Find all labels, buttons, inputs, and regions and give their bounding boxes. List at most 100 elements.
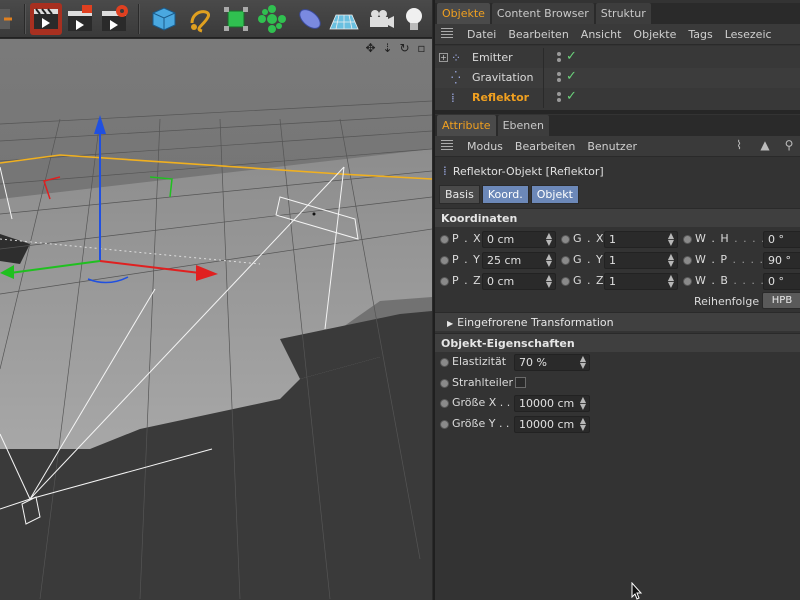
g-x-field[interactable]: 1 ▲ ▼ [604, 231, 678, 248]
expand-arrow-icon[interactable]: ▶ [447, 319, 453, 328]
stepper-icon[interactable]: ▲ ▼ [580, 396, 586, 411]
p-x-label: P . X [452, 232, 482, 245]
floor-icon[interactable] [328, 3, 360, 35]
menu-datei[interactable]: Datei [461, 28, 502, 41]
rotation-order-button[interactable]: HPB [762, 292, 800, 309]
groesse-x-field[interactable]: 10000 cm ▲ ▼ [514, 395, 590, 412]
g-z-label: G . Z [573, 274, 605, 287]
nurbs-icon[interactable] [220, 3, 252, 35]
p-z-field[interactable]: 0 cm ▲ ▼ [482, 273, 556, 290]
zoom-view-icon[interactable]: ⇣ [381, 42, 394, 55]
object-row-emitter[interactable]: + ⁘ Emitter ✓ [435, 48, 800, 68]
tab-struktur[interactable]: Struktur [595, 3, 651, 24]
p-z-label: P . Z [452, 274, 482, 287]
stepper-icon[interactable]: ▲ ▼ [546, 232, 552, 247]
radio-button[interactable] [561, 277, 570, 286]
strahlteiler-checkbox[interactable] [515, 377, 526, 388]
visibility-dots-icon[interactable] [557, 92, 563, 104]
radio-button[interactable] [440, 235, 449, 244]
visibility-dots-icon[interactable] [557, 52, 563, 64]
link-icon[interactable]: ⌇ [731, 138, 747, 154]
render-settings-icon[interactable] [98, 3, 130, 35]
radio-button[interactable] [440, 399, 449, 408]
menu-tags[interactable]: Tags [682, 28, 718, 41]
p-x-field[interactable]: 0 cm ▲ ▼ [482, 231, 556, 248]
up-arrow-icon[interactable]: ▲ [757, 138, 773, 154]
section-koordinaten: Koordinaten [435, 208, 800, 227]
radio-button[interactable] [561, 256, 570, 265]
w-h-field[interactable]: 0 ° [763, 231, 800, 248]
w-p-field[interactable]: 90 ° [763, 252, 800, 269]
g-y-field[interactable]: 1 ▲ ▼ [604, 252, 678, 269]
render-view-icon[interactable] [30, 3, 62, 35]
tab-attribute[interactable]: Attribute [437, 115, 496, 136]
render-picture-viewer-icon[interactable] [64, 3, 96, 35]
stepper-icon[interactable]: ▲ ▼ [668, 253, 674, 268]
deflector-icon: ⁞ [443, 164, 447, 178]
menu-objekte[interactable]: Objekte [627, 28, 682, 41]
attribute-subtabs: Basis Koord. Objekt [439, 185, 579, 204]
stepper-icon[interactable]: ▲ ▼ [580, 355, 586, 370]
radio-button[interactable] [440, 379, 449, 388]
undo-icon[interactable] [0, 3, 12, 35]
radio-button[interactable] [683, 277, 692, 286]
deformer-icon[interactable] [294, 3, 326, 35]
menu-benutzer[interactable]: Benutzer [581, 140, 643, 153]
stepper-icon[interactable]: ▲ ▼ [668, 274, 674, 289]
maximize-view-icon[interactable]: ▫ [415, 42, 428, 55]
radio-button[interactable] [561, 235, 570, 244]
object-row-gravitation[interactable]: ⁛ Gravitation ✓ [435, 68, 800, 88]
main-toolbar [0, 0, 432, 38]
expand-icon[interactable]: + [439, 53, 448, 62]
radio-button[interactable] [683, 235, 692, 244]
p-y-field[interactable]: 25 cm ▲ ▼ [482, 252, 556, 269]
enabled-check-icon[interactable]: ✓ [566, 69, 577, 84]
menu-bearbeiten[interactable]: Bearbeiten [502, 28, 574, 41]
visibility-dots-icon[interactable] [557, 72, 563, 84]
tab-objekte[interactable]: Objekte [437, 3, 490, 24]
menu-icon[interactable] [441, 140, 453, 152]
tab-content-browser[interactable]: Content Browser [491, 3, 594, 24]
light-icon[interactable] [398, 3, 430, 35]
rotate-view-icon[interactable]: ↻ [398, 42, 411, 55]
attribute-manager-tabs: Attribute Ebenen [435, 115, 800, 136]
g-y-label: G . Y [573, 253, 604, 266]
frozen-transform-group[interactable]: ▶ Eingefrorene Transformation [435, 312, 800, 331]
radio-button[interactable] [440, 358, 449, 367]
radio-button[interactable] [440, 420, 449, 429]
g-z-field[interactable]: 1 ▲ ▼ [604, 273, 678, 290]
array-icon[interactable] [256, 3, 288, 35]
radio-button[interactable] [683, 256, 692, 265]
menu-bearbeiten[interactable]: Bearbeiten [509, 140, 581, 153]
subtab-objekt[interactable]: Objekt [530, 185, 579, 204]
object-row-reflektor[interactable]: ⁞ Reflektor ✓ [435, 88, 800, 108]
stepper-icon[interactable]: ▲ ▼ [546, 253, 552, 268]
subtab-koord[interactable]: Koord. [481, 185, 529, 204]
tab-ebenen[interactable]: Ebenen [497, 115, 549, 136]
radio-button[interactable] [440, 277, 449, 286]
spline-icon[interactable] [186, 3, 218, 35]
menu-ansicht[interactable]: Ansicht [575, 28, 628, 41]
subtab-basis[interactable]: Basis [439, 185, 480, 204]
stepper-icon[interactable]: ▲ ▼ [546, 274, 552, 289]
move-view-icon[interactable]: ✥ [364, 42, 377, 55]
menu-lesezeichen[interactable]: Lesezeic [719, 28, 778, 41]
cube-icon[interactable] [148, 3, 180, 35]
stepper-icon[interactable]: ▲ ▼ [668, 232, 674, 247]
stepper-icon[interactable]: ▲ ▼ [580, 417, 586, 432]
elastizitaet-field[interactable]: 70 % ▲ ▼ [514, 354, 590, 371]
3d-viewport[interactable]: ✥ ⇣ ↻ ▫ [0, 39, 432, 600]
radio-button[interactable] [440, 256, 449, 265]
enabled-check-icon[interactable]: ✓ [566, 89, 577, 104]
menu-modus[interactable]: Modus [461, 140, 509, 153]
w-b-field[interactable]: 0 ° [763, 273, 800, 290]
viewport-scene[interactable] [0, 39, 432, 600]
elastizitaet-label: Elastizität [452, 355, 507, 368]
enabled-check-icon[interactable]: ✓ [566, 49, 577, 64]
camera-icon[interactable] [364, 3, 396, 35]
panel-splitter[interactable] [435, 110, 800, 114]
search-icon[interactable]: ⚲ [781, 138, 797, 154]
frozen-transform-label: Eingefrorene Transformation [457, 316, 614, 329]
menu-icon[interactable] [441, 28, 453, 40]
groesse-y-field[interactable]: 10000 cm ▲ ▼ [514, 416, 590, 433]
